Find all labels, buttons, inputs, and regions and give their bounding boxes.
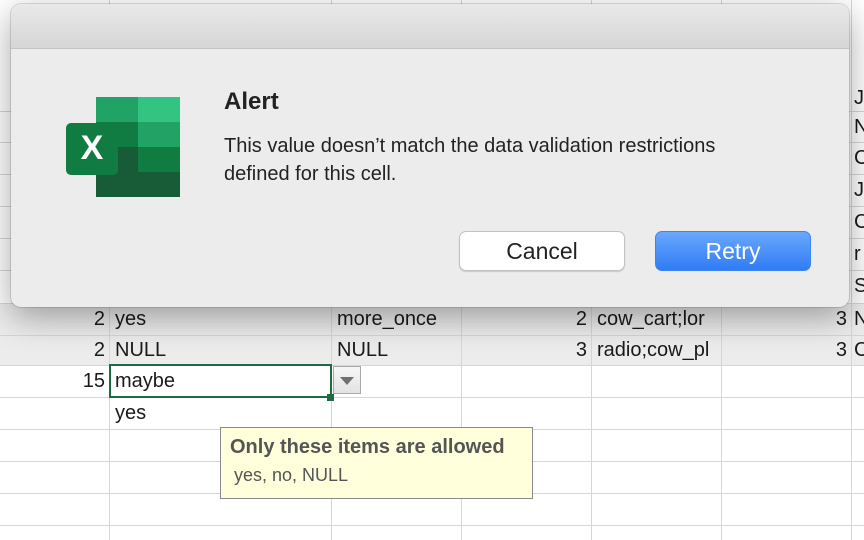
cell-edge-text[interactable]: J xyxy=(854,82,864,114)
table-cell[interactable]: more_once xyxy=(332,304,461,335)
cell-edge-text[interactable]: C xyxy=(854,142,864,174)
table-cell[interactable]: 3 xyxy=(722,304,851,335)
dialog-titlebar[interactable] xyxy=(11,4,849,49)
table-cell[interactable]: N xyxy=(854,304,864,335)
excel-logo-tile xyxy=(138,122,180,147)
table-cell[interactable]: 3 xyxy=(462,335,591,366)
excel-logo-letter: X xyxy=(81,129,104,167)
tooltip-title: Only these items are allowed xyxy=(230,436,505,458)
validation-tooltip: Only these items are allowed yes, no, NU… xyxy=(220,427,533,499)
table-cell[interactable]: radio;cow_pl xyxy=(592,335,721,366)
cell-edge-text[interactable]: J xyxy=(854,174,864,206)
alert-message: This value doesn’t match the data valida… xyxy=(224,135,716,185)
cell-edge-text[interactable]: r xyxy=(854,238,864,270)
table-cell[interactable]: cow_cart;lor xyxy=(592,304,721,335)
cell-edge-text[interactable]: S xyxy=(854,270,864,302)
excel-app-icon: X xyxy=(66,97,180,197)
alert-dialog: X Alert This value doesn’t match the dat… xyxy=(11,4,849,307)
table-cell[interactable]: 2 xyxy=(0,304,109,335)
grid-line xyxy=(0,525,864,526)
table-cell[interactable]: 15 xyxy=(0,366,109,397)
cell-edge-text[interactable]: N xyxy=(854,111,864,143)
table-cell[interactable]: NULL xyxy=(332,335,461,366)
chevron-down-icon xyxy=(340,377,354,385)
active-cell-outline[interactable] xyxy=(109,364,332,398)
cancel-button[interactable]: Cancel xyxy=(459,231,625,271)
table-cell[interactable]: yes xyxy=(110,304,331,335)
table-cell[interactable]: 3 xyxy=(722,335,851,366)
excel-logo-tile xyxy=(138,97,180,122)
excel-logo-tile xyxy=(138,147,180,172)
excel-logo-tile xyxy=(96,97,138,122)
table-cell[interactable]: 2 xyxy=(462,304,591,335)
alert-title: Alert xyxy=(224,88,279,115)
retry-button[interactable]: Retry xyxy=(655,231,811,271)
table-cell[interactable]: 2 xyxy=(0,335,109,366)
table-cell[interactable]: C xyxy=(854,335,864,366)
table-cell[interactable]: NULL xyxy=(110,335,331,366)
grid-line xyxy=(851,0,852,540)
dropdown-option-yes[interactable]: yes xyxy=(110,398,331,429)
excel-logo-tile xyxy=(96,172,180,197)
validation-dropdown-button[interactable] xyxy=(333,366,361,394)
cell-edge-text[interactable]: C xyxy=(854,206,864,238)
tooltip-body: yes, no, NULL xyxy=(234,465,349,485)
